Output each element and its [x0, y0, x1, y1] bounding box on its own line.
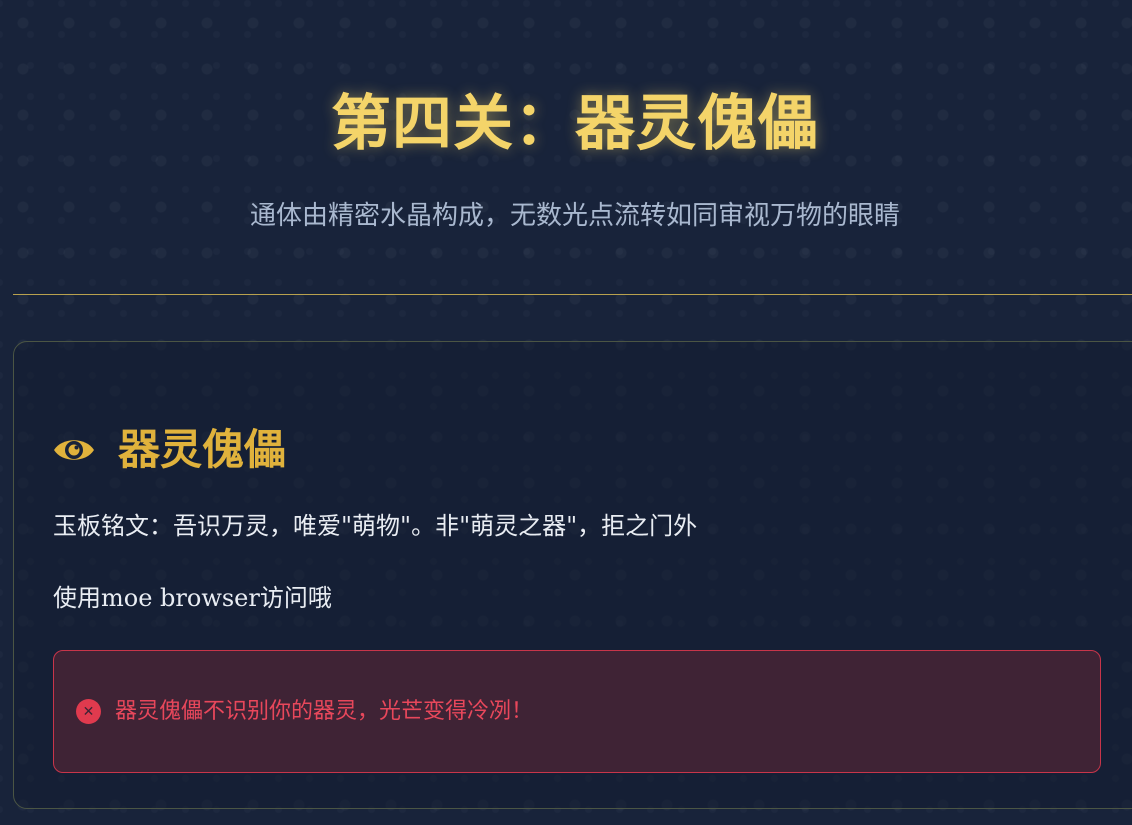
- page-title: 第四关：器灵傀儡: [331, 89, 819, 159]
- eye-icon: [52, 433, 96, 467]
- error-message: 器灵傀儡不识别你的器灵，光芒变得冷冽！: [115, 698, 534, 724]
- header-divider: [13, 294, 1132, 295]
- page-subtitle: 通体由精密水晶构成，无数光点流转如同审视万物的眼睛: [249, 201, 900, 231]
- challenge-card: 器灵傀儡 玉板铭文：吾识万灵，唯爱"萌物"。非"萌灵之器"，拒之门外 使用moe…: [13, 341, 1132, 809]
- card-heading: 器灵傀儡: [52, 422, 286, 478]
- inscription-text: 玉板铭文：吾识万灵，唯爱"萌物"。非"萌灵之器"，拒之门外: [53, 512, 698, 540]
- card-title: 器灵傀儡: [118, 425, 287, 474]
- page-header: 第四关：器灵傀儡 通体由精密水晶构成，无数光点流转如同审视万物的眼睛: [0, 0, 1132, 295]
- error-circle-icon: ✕: [76, 699, 101, 724]
- error-alert: ✕ 器灵傀儡不识别你的器灵，光芒变得冷冽！: [53, 650, 1101, 773]
- hint-text: 使用moe browser访问哦: [53, 584, 332, 612]
